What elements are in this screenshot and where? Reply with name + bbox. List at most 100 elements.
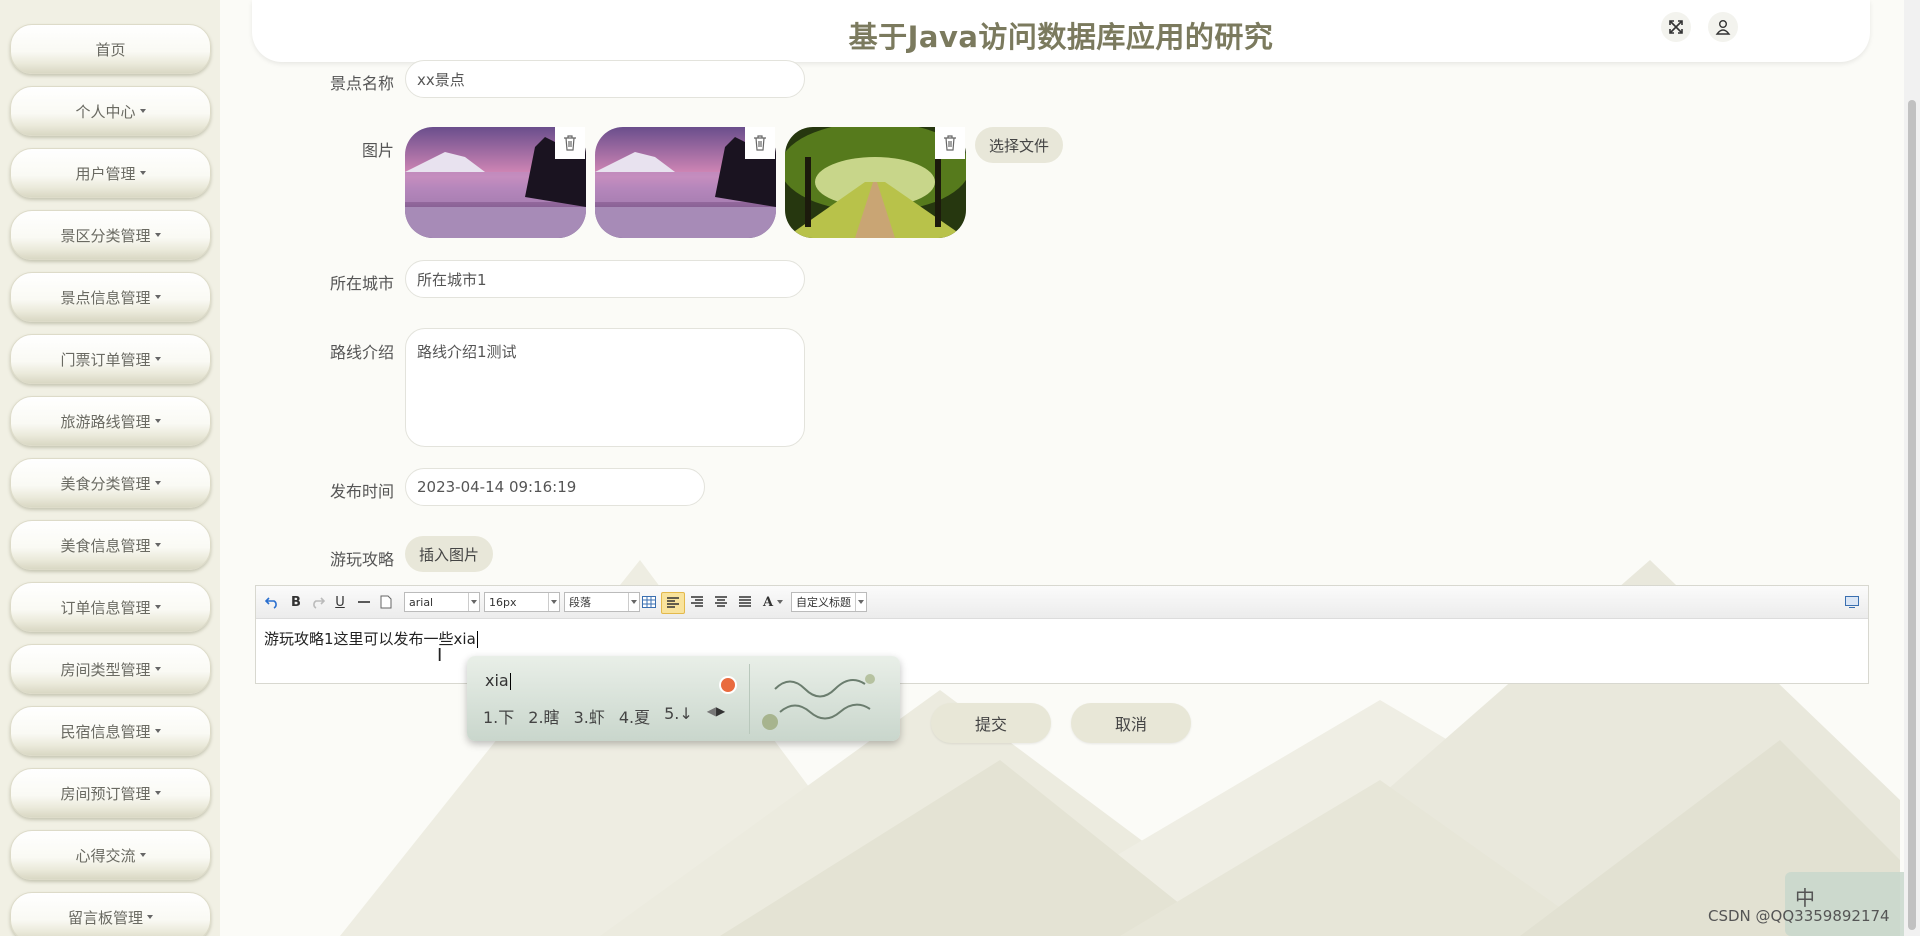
align-justify-button[interactable] [735,592,755,612]
images-label: 图片 [362,141,395,160]
top-header: 基于Java访问数据库应用的研究 [252,0,1870,62]
caret-down-icon [154,667,161,671]
city-input[interactable]: 所在城市1 [405,260,805,298]
expand-icon [1669,20,1683,34]
sidebar-item-food-category[interactable]: 美食分类管理 [10,458,211,508]
spot-name-input[interactable]: xx景点 [405,60,805,98]
cancel-button[interactable]: 取消 [1071,703,1191,743]
user-icon [1715,20,1731,35]
insert-image-button[interactable]: 插入图片 [405,536,493,572]
page-title: 基于Java访问数据库应用的研究 [848,20,1274,54]
spot-name-label: 景点名称 [330,74,395,93]
sidebar-item-label: 民宿信息管理 [60,722,151,741]
fullscreen-button[interactable] [1661,12,1691,42]
sidebar-item-label: 景区分类管理 [60,226,151,245]
ime-candidate[interactable]: 2.瞎 [528,704,559,728]
ime-candidate[interactable]: 1.下 [483,704,514,728]
caret-down-icon [154,543,161,547]
delete-image-button[interactable] [555,127,585,159]
sidebar-item-message-board[interactable]: 留言板管理 [10,892,211,936]
city-label: 所在城市 [330,274,395,293]
sidebar-item-homestay-info[interactable]: 民宿信息管理 [10,706,211,756]
horizontal-rule-icon [358,601,370,603]
sidebar-item-food-info[interactable]: 美食信息管理 [10,520,211,570]
caret-down-icon [154,295,161,299]
horizontal-rule-button[interactable] [354,592,374,612]
route-label: 路线介绍 [330,343,395,362]
dropdown-arrow-icon [548,593,559,611]
sidebar-item-room-type[interactable]: 房间类型管理 [10,644,211,694]
align-justify-icon [739,596,751,607]
watermark: CSDN @QQ3359892174 [1708,907,1890,925]
undo-icon [265,597,277,609]
ime-candidate[interactable]: 3.虾 [574,704,605,728]
submit-button[interactable]: 提交 [931,703,1051,743]
vertical-scrollbar[interactable] [1904,0,1920,936]
insert-table-button[interactable] [639,592,659,612]
sidebar-item-label: 房间预订管理 [60,784,151,803]
font-family-select[interactable]: arial [404,592,480,612]
scrollbar-thumb[interactable] [1908,100,1916,930]
sidebar-item-spot-info[interactable]: 景点信息管理 [10,272,211,322]
paragraph-value: 段落 [569,596,591,609]
new-document-button[interactable] [376,592,396,612]
font-family-value: arial [409,595,434,609]
delete-image-button[interactable] [935,127,965,159]
sidebar-item-personal-center[interactable]: 个人中心 [10,86,211,136]
ime-candidate[interactable]: 5.↓ [664,704,693,728]
sidebar-item-order-info[interactable]: 订单信息管理 [10,582,211,632]
trash-icon [754,135,766,151]
sidebar-item-home[interactable]: 首页 [10,24,211,74]
custom-title-select[interactable]: 自定义标题 [791,592,867,612]
sidebar-item-travel-routes[interactable]: 旅游路线管理 [10,396,211,446]
sidebar-item-user-management[interactable]: 用户管理 [10,148,211,198]
sidebar-item-label: 景点信息管理 [60,288,151,307]
publish-time-input[interactable]: 2023-04-14 09:16:19 [405,468,705,506]
route-textarea[interactable]: 路线介绍1测试 [405,328,805,447]
sidebar-item-room-booking[interactable]: 房间预订管理 [10,768,211,818]
sidebar-item-experience-exchange[interactable]: 心得交流 [10,830,211,880]
user-button[interactable] [1708,12,1738,42]
sidebar-item-label: 美食分类管理 [60,474,151,493]
sidebar-item-label: 首页 [95,40,126,59]
sidebar: 首页 个人中心 用户管理 景区分类管理 景点信息管理 门票订单管理 旅游路线管理… [0,0,220,936]
redo-button[interactable] [308,592,328,612]
align-right-icon [691,596,703,607]
caret-down-icon [777,600,784,604]
ime-page-arrows-icon[interactable]: ◀▶ [707,704,725,728]
publish-time-label: 发布时间 [330,482,395,501]
align-right-button[interactable] [687,592,707,612]
sidebar-item-label: 用户管理 [75,164,136,183]
custom-title-value: 自定义标题 [796,596,851,609]
font-size-value: 16px [489,595,517,609]
paragraph-select[interactable]: 段落 [564,592,640,612]
sidebar-item-ticket-orders[interactable]: 门票订单管理 [10,334,211,384]
sidebar-item-label: 旅游路线管理 [60,412,151,431]
caret-down-icon [139,109,146,113]
dropdown-arrow-icon [468,593,479,611]
editor-content[interactable]: 游玩攻略1这里可以发布一些xia [264,628,478,649]
choose-file-button[interactable]: 选择文件 [975,127,1063,163]
ime-status-tray[interactable]: 中 [1785,872,1920,936]
align-left-icon [667,597,679,608]
delete-image-button[interactable] [745,127,775,159]
sidebar-item-label: 心得交流 [75,846,136,865]
editor-toolbar: B U arial 16px 段落 A 自定义标题 [256,586,1868,619]
align-left-button[interactable] [661,592,685,614]
font-size-select[interactable]: 16px [484,592,560,612]
editor-text: 游玩攻略1这里可以发布一些xia [264,630,476,648]
bold-button[interactable]: B [286,592,306,612]
ime-input-text: xia [485,671,509,690]
undo-button[interactable] [262,592,282,612]
align-center-button[interactable] [711,592,731,612]
font-color-button[interactable]: A [760,592,786,612]
underline-button[interactable]: U [330,592,350,612]
sidebar-item-scenic-category[interactable]: 景区分类管理 [10,210,211,260]
source-code-button[interactable] [1842,592,1862,612]
align-center-icon [715,596,727,607]
ime-candidate[interactable]: 4.夏 [619,704,650,728]
trash-icon [564,135,576,151]
dropdown-arrow-icon [855,593,866,611]
ime-composition: xia [485,671,511,690]
sidebar-item-label: 留言板管理 [67,908,143,927]
